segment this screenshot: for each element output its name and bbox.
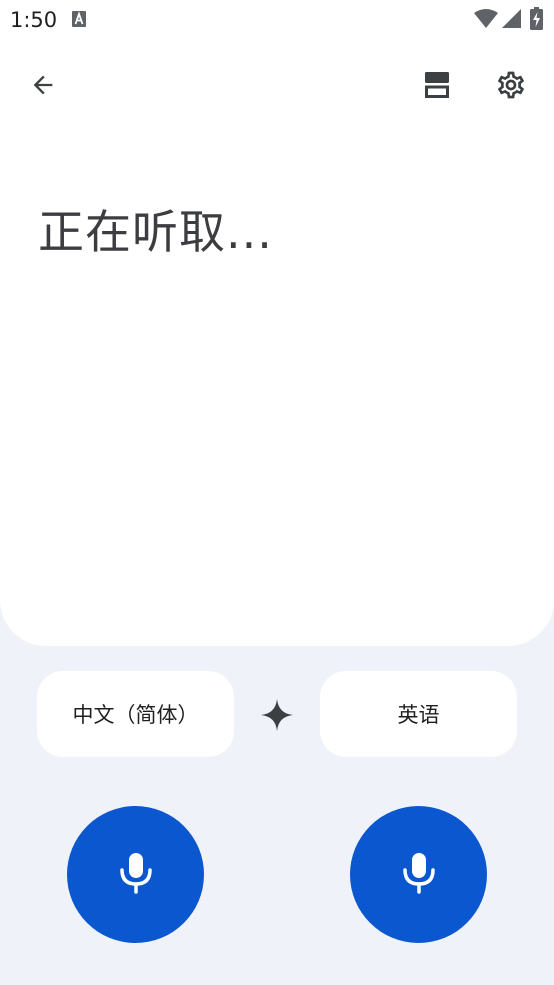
sparkle-icon: [259, 697, 295, 733]
listening-status-text: 正在听取...: [38, 205, 273, 259]
battery-charging-icon: [530, 7, 543, 34]
signal-icon: [502, 9, 522, 33]
source-mic-button[interactable]: [67, 806, 204, 943]
target-language-button[interactable]: 英语: [320, 671, 517, 757]
arrow-back-icon: [29, 71, 57, 103]
target-language-label: 英语: [397, 703, 440, 727]
source-language-label: 中文（简体）: [72, 703, 199, 727]
settings-button[interactable]: [487, 63, 535, 111]
target-mic-button[interactable]: [350, 806, 487, 943]
accessibility-a-icon: [72, 11, 86, 31]
wifi-icon: [474, 9, 498, 33]
status-time: 1:50: [10, 8, 58, 32]
main-card: [0, 0, 554, 646]
back-button[interactable]: [19, 63, 67, 111]
view-split-icon: [423, 70, 451, 104]
view-toggle-button[interactable]: [413, 63, 461, 111]
microphone-icon: [116, 851, 156, 899]
status-bar: 1:50: [0, 0, 554, 38]
source-language-button[interactable]: 中文（简体）: [37, 671, 234, 757]
gear-icon: [495, 69, 527, 105]
microphone-icon: [399, 851, 439, 899]
